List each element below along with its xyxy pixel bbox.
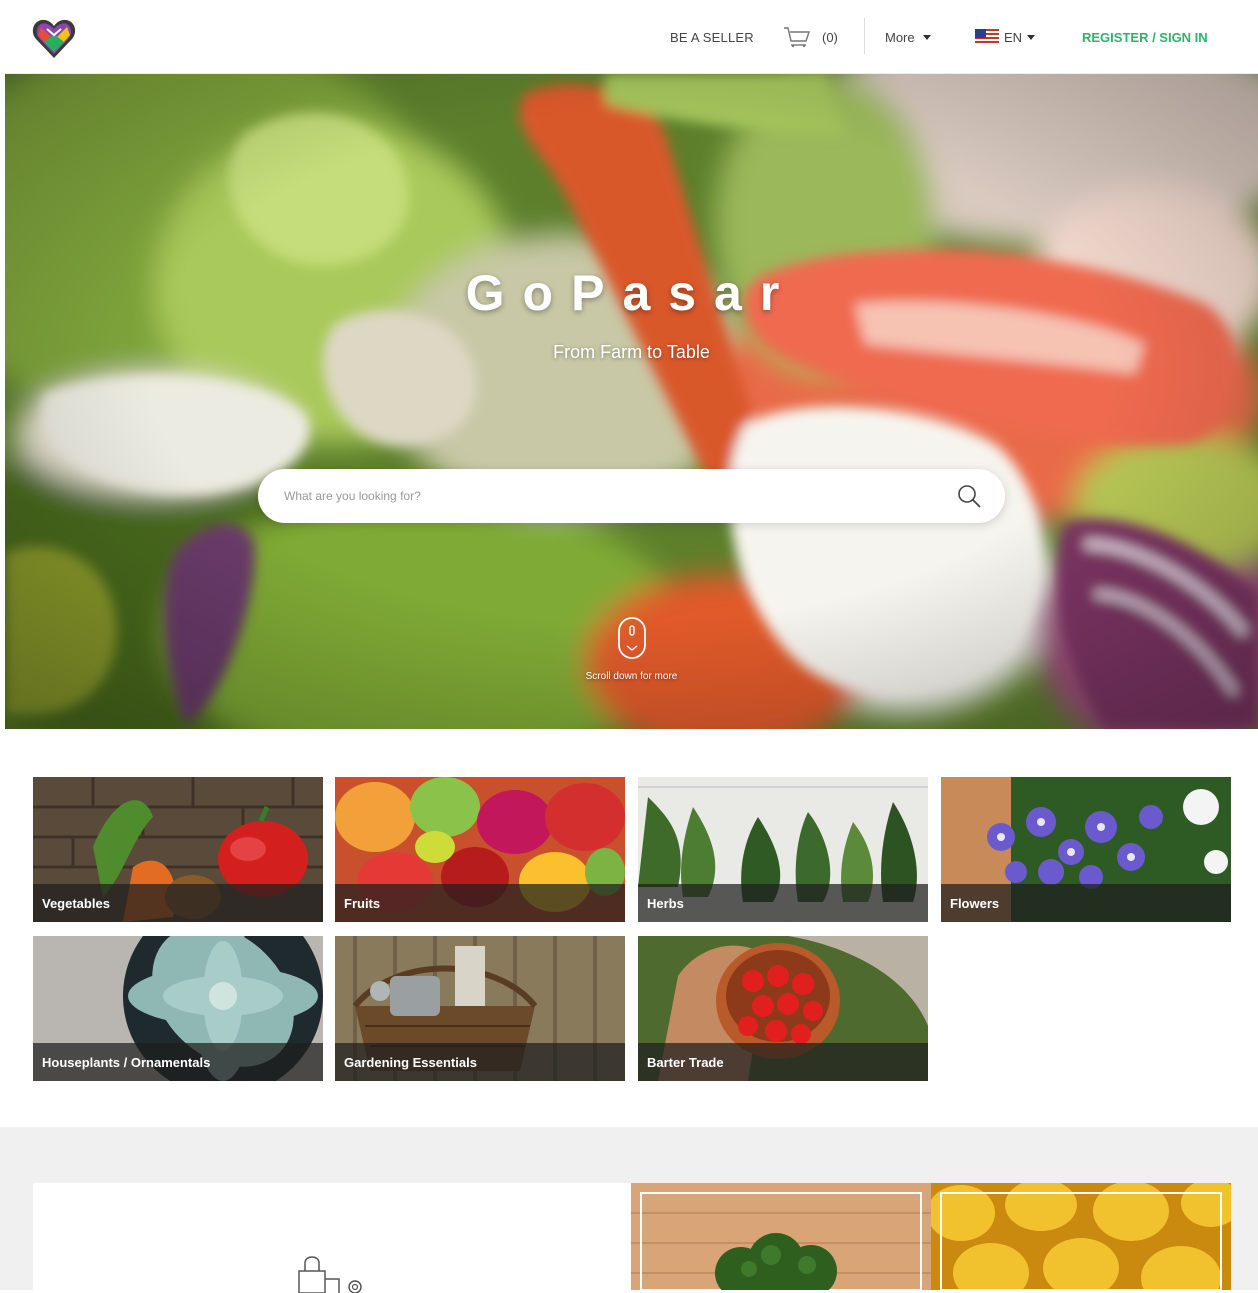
- us-flag-icon: [975, 29, 999, 45]
- category-gardening-essentials[interactable]: Gardening Essentials: [335, 936, 625, 1081]
- hero-title: GoPasar: [465, 265, 798, 321]
- category-houseplants[interactable]: Houseplants / Ornamentals: [33, 936, 323, 1081]
- chevron-down-icon: [922, 34, 931, 40]
- language-dropdown[interactable]: EN: [975, 0, 1036, 74]
- site-header: BE A SELLER (0) More EN REGISTER / SIGN …: [0, 0, 1258, 74]
- category-herbs[interactable]: Herbs: [638, 777, 928, 922]
- scroll-hint[interactable]: Scroll down for more: [5, 616, 1258, 682]
- category-label: Barter Trade: [638, 1043, 928, 1081]
- category-flowers[interactable]: Flowers: [941, 777, 1231, 922]
- nav-divider: [864, 18, 865, 54]
- category-label: Fruits: [335, 884, 625, 922]
- cart-icon: [784, 27, 810, 48]
- hero-subtitle: From Farm to Table: [553, 342, 710, 362]
- register-label: REGISTER / SIGN IN: [1082, 29, 1208, 45]
- featured-card: [33, 1183, 631, 1293]
- category-vegetables[interactable]: Vegetables: [33, 777, 323, 922]
- shopping-bag-icon: [298, 1256, 362, 1293]
- category-label: Gardening Essentials: [335, 1043, 625, 1081]
- category-barter-trade[interactable]: Barter Trade: [638, 936, 928, 1081]
- category-label: Vegetables: [33, 884, 323, 922]
- register-signin-link[interactable]: REGISTER / SIGN IN: [1082, 0, 1208, 74]
- be-seller-label: BE A SELLER: [670, 29, 754, 45]
- heart-logo-icon[interactable]: [30, 14, 78, 62]
- scroll-hint-text: Scroll down for more: [585, 671, 678, 682]
- promo-broccoli[interactable]: [631, 1183, 931, 1290]
- featured-section: [0, 1127, 1258, 1293]
- search-icon[interactable]: [956, 483, 982, 509]
- category-fruits[interactable]: Fruits: [335, 777, 625, 922]
- mouse-scroll-icon: [617, 617, 646, 659]
- more-label: More: [885, 29, 915, 45]
- category-label: Houseplants / Ornamentals: [33, 1043, 323, 1081]
- cart-button[interactable]: (0): [782, 0, 838, 74]
- category-label: Flowers: [941, 884, 1231, 922]
- category-label: Herbs: [638, 884, 928, 922]
- broccoli-image: [631, 1183, 931, 1290]
- promo-lemons[interactable]: [931, 1183, 1231, 1290]
- be-seller-link[interactable]: BE A SELLER: [670, 0, 754, 74]
- hero-banner: GoPasar From Farm to Table Scroll down f…: [5, 74, 1258, 729]
- search-input[interactable]: [284, 481, 924, 511]
- lemons-image: [931, 1183, 1231, 1290]
- chevron-down-icon: [1027, 34, 1036, 40]
- language-label: EN: [1004, 29, 1023, 45]
- search-bar: [258, 469, 1005, 523]
- more-dropdown[interactable]: More: [885, 0, 931, 74]
- cart-count: (0): [822, 29, 838, 45]
